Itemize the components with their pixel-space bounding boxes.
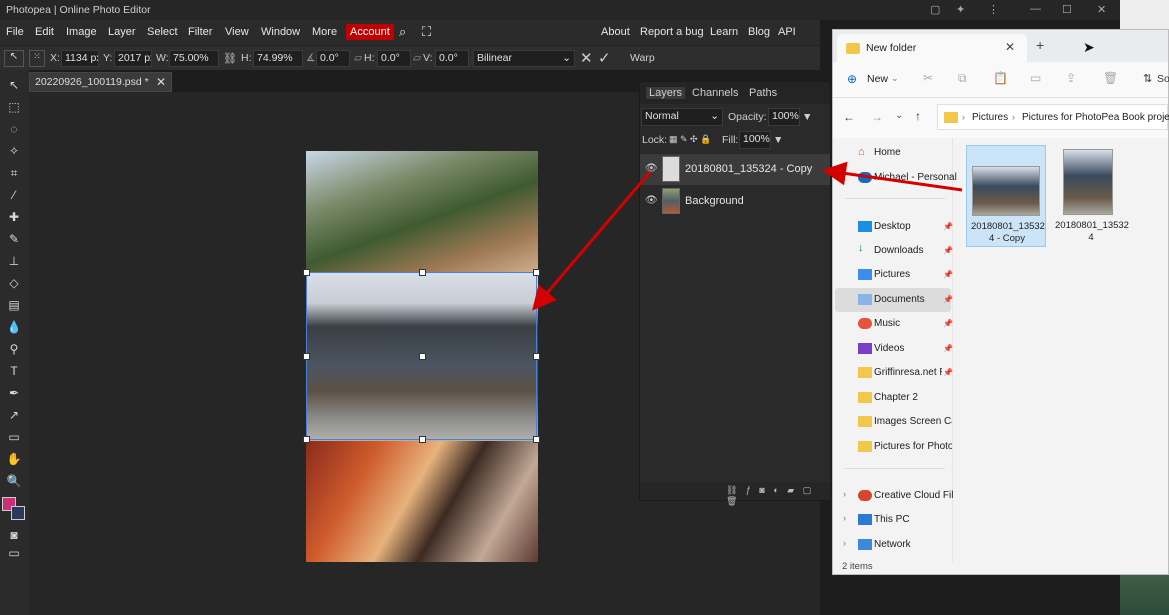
arrow-layer-to-canvas xyxy=(532,171,652,311)
annotation-arrows xyxy=(532,161,963,311)
arrow-file-to-layer xyxy=(822,161,963,192)
